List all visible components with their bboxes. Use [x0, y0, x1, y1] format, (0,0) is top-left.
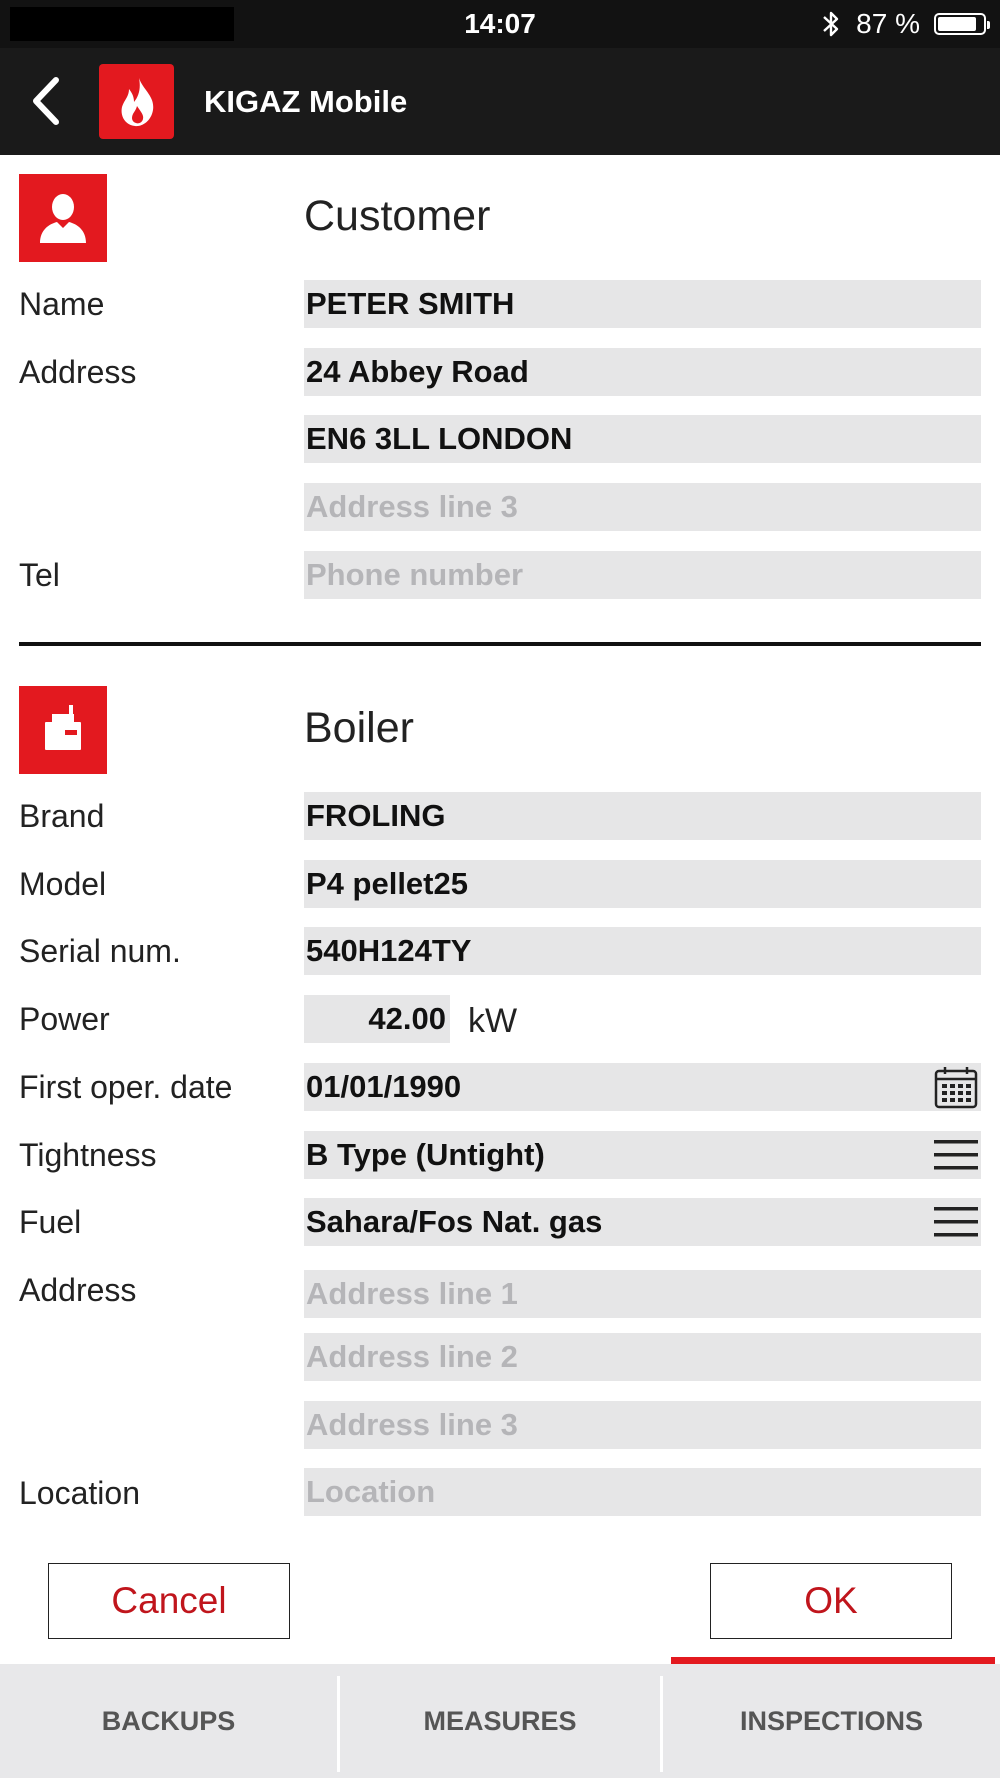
- tightness-select[interactable]: B Type (Untight): [304, 1131, 981, 1179]
- brand-field[interactable]: FROLING: [304, 792, 981, 840]
- power-unit: kW: [468, 1002, 518, 1040]
- tightness-value: B Type (Untight): [306, 1137, 545, 1172]
- model-field[interactable]: P4 pellet25: [304, 860, 981, 908]
- boiler-address-line3-field[interactable]: Address line 3: [304, 1401, 981, 1449]
- customer-address-line1-field[interactable]: 24 Abbey Road: [304, 348, 981, 396]
- section-divider: [19, 642, 981, 646]
- name-label: Name: [19, 286, 105, 322]
- tab-backups[interactable]: BACKUPS: [0, 1664, 337, 1778]
- battery-level: [938, 17, 976, 31]
- serial-label: Serial num.: [19, 933, 181, 969]
- location-field[interactable]: Location: [304, 1468, 981, 1516]
- battery-percent: 87 %: [856, 8, 920, 39]
- power-label: Power: [19, 1001, 110, 1037]
- tel-label: Tel: [19, 557, 60, 593]
- fuel-value: Sahara/Fos Nat. gas: [306, 1204, 603, 1239]
- first-oper-date-value: 01/01/1990: [306, 1069, 462, 1104]
- boiler-section-title: Boiler: [304, 704, 414, 752]
- boiler-address-line2-field[interactable]: Address line 2: [304, 1333, 981, 1381]
- fuel-dropdown-button[interactable]: [931, 1198, 981, 1246]
- status-right: 87 %: [820, 8, 990, 40]
- power-field[interactable]: 42.00: [304, 995, 450, 1043]
- app-logo: [99, 64, 174, 139]
- battery-tip: [987, 21, 990, 29]
- tab-bar: BACKUPS MEASURES INSPECTIONS: [0, 1664, 1000, 1778]
- flame-icon: [121, 77, 153, 126]
- ok-button[interactable]: OK: [710, 1563, 952, 1639]
- menu-icon: [934, 1140, 978, 1170]
- first-oper-date-label: First oper. date: [19, 1069, 233, 1105]
- bluetooth-icon: [823, 11, 839, 37]
- boiler-section-icon: [19, 686, 107, 774]
- app-title: KIGAZ Mobile: [204, 84, 408, 119]
- chevron-left-icon: [33, 77, 59, 125]
- boiler-address-line1-field[interactable]: Address line 1: [304, 1270, 981, 1318]
- menu-icon: [934, 1207, 978, 1237]
- status-bar: 14:07 87 %: [0, 0, 1000, 48]
- nav-bar: KIGAZ Mobile: [0, 48, 1000, 155]
- customer-address-line3-field[interactable]: Address line 3: [304, 483, 981, 531]
- fuel-select[interactable]: Sahara/Fos Nat. gas: [304, 1198, 981, 1246]
- first-oper-date-field[interactable]: 01/01/1990: [304, 1063, 981, 1111]
- customer-address-line2-field[interactable]: EN6 3LL LONDON: [304, 415, 981, 463]
- fuel-label: Fuel: [19, 1204, 82, 1240]
- tab-inspections[interactable]: INSPECTIONS: [663, 1664, 1000, 1778]
- serial-number-field[interactable]: 540H124TY: [304, 927, 981, 975]
- tightness-dropdown-button[interactable]: [931, 1131, 981, 1179]
- model-label: Model: [19, 866, 107, 902]
- calendar-icon: [934, 1067, 978, 1109]
- location-label: Location: [19, 1475, 140, 1511]
- boiler-icon: [45, 705, 81, 750]
- tightness-label: Tightness: [19, 1137, 157, 1173]
- back-button[interactable]: [22, 72, 82, 132]
- user-icon: [40, 194, 86, 243]
- customer-section-icon: [19, 174, 107, 262]
- boiler-address-label: Address: [19, 1272, 137, 1308]
- cancel-button[interactable]: Cancel: [48, 1563, 290, 1639]
- tab-measures[interactable]: MEASURES: [340, 1664, 660, 1778]
- customer-name-field[interactable]: PETER SMITH: [304, 280, 981, 328]
- phone-number-field[interactable]: Phone number: [304, 551, 981, 599]
- calendar-button[interactable]: [931, 1063, 981, 1111]
- customer-section-title: Customer: [304, 192, 491, 240]
- battery-icon: [934, 13, 990, 35]
- address-label: Address: [19, 354, 137, 390]
- brand-label: Brand: [19, 798, 105, 834]
